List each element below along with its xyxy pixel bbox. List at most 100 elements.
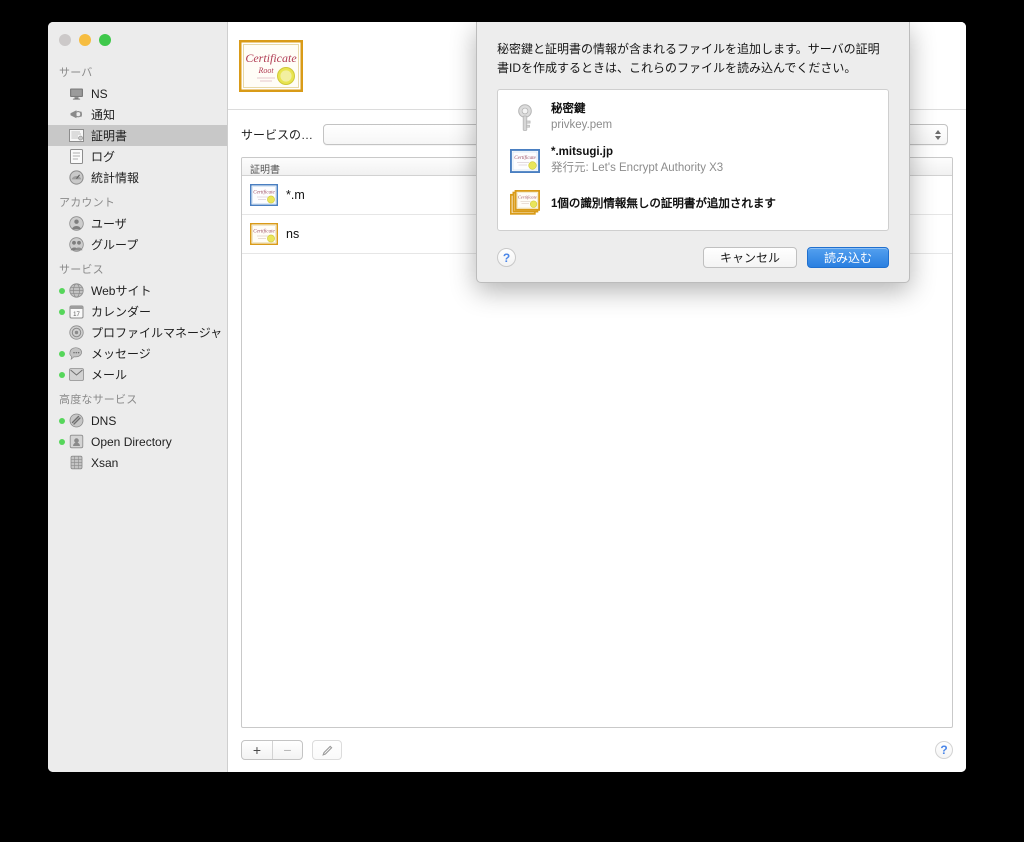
sheet-footer: ? キャンセル 読み込む (497, 247, 889, 269)
file-title: *.mitsugi.jp (551, 146, 613, 159)
svg-text:Certificate: Certificate (253, 191, 275, 196)
cancel-button[interactable]: キャンセル (702, 247, 797, 269)
sidebar-item-groups[interactable]: グループ (48, 234, 227, 255)
sidebar-item-stats[interactable]: 統計情報 (48, 167, 227, 188)
target-icon (68, 324, 85, 341)
window-controls (48, 22, 227, 58)
sidebar-item-label: Webサイト (91, 284, 152, 298)
status-dot (59, 460, 65, 466)
file-title: 秘密鍵 (551, 103, 586, 116)
key-icon (510, 103, 540, 133)
help-button[interactable]: ? (935, 741, 953, 759)
help-button[interactable]: ? (497, 248, 516, 268)
sidebar-item-label: メール (91, 368, 128, 382)
sidebar-item-calendar[interactable]: 17 カレンダー (48, 301, 227, 322)
file-title: 1個の識別情報無しの証明書が追加されます (551, 198, 776, 211)
import-certificate-sheet: 秘密鍵と証明書の情報が含まれるファイルを追加します。サーバの証明書IDを作成する… (476, 22, 910, 284)
service-selector-label: サービスの… (241, 128, 314, 142)
close-button[interactable] (59, 34, 71, 46)
sidebar-item-mail[interactable]: メール (48, 364, 227, 385)
status-dot (59, 417, 65, 424)
svg-text:Certificate: Certificate (514, 156, 536, 161)
pencil-icon (321, 745, 332, 756)
file-text: 秘密鍵 privkey.pem (551, 102, 612, 133)
directory-icon (68, 433, 85, 450)
import-button[interactable]: 読み込む (806, 247, 889, 269)
chevron-updown-icon (933, 128, 942, 142)
svg-text:Certificate: Certificate (245, 51, 297, 65)
server-app-window: サーバ NS 通知 証明書 ログ 統計情報 アカウント ユーザ グループ サービ… (48, 22, 966, 772)
group-icon (68, 236, 85, 253)
megaphone-icon (68, 106, 85, 123)
sidebar-group-title-services: サービス (59, 264, 104, 276)
dns-icon (68, 412, 85, 429)
edit-certificate-button[interactable] (312, 740, 342, 760)
sidebar-item-certificates[interactable]: 証明書 (48, 125, 227, 146)
status-dot (59, 308, 65, 315)
sidebar-item-label: 通知 (91, 108, 116, 122)
certificate-name: ns (286, 227, 300, 241)
file-text: 1個の識別情報無しの証明書が追加されます (551, 195, 776, 211)
sidebar-item-label: 証明書 (91, 129, 128, 143)
certificate-gold-icon: Certificate (249, 223, 279, 245)
certificate-icon: Certificate Root (238, 39, 304, 92)
sidebar-item-logs[interactable]: ログ (48, 146, 227, 167)
gauge-icon (68, 169, 85, 186)
certificate-blue-icon: Certificate (249, 184, 279, 206)
maximize-button[interactable] (99, 34, 111, 46)
sheet-action-buttons: キャンセル 読み込む (702, 247, 889, 269)
sidebar-item-open-directory[interactable]: Open Directory (48, 431, 227, 452)
document-icon (68, 148, 85, 165)
sidebar: サーバ NS 通知 証明書 ログ 統計情報 アカウント ユーザ グループ サービ… (48, 22, 228, 772)
status-dot (59, 287, 65, 294)
sidebar-group-title-server: サーバ (59, 67, 93, 79)
remove-certificate-button[interactable]: − (272, 741, 302, 759)
sidebar-item-users[interactable]: ユーザ (48, 213, 227, 234)
file-subtitle: 発行元: Let's Encrypt Authority X3 (551, 161, 724, 174)
sidebar-item-label: プロファイルマネージャ (91, 326, 223, 340)
certificate-blue-icon: Certificate (510, 146, 540, 176)
table-toolbar: + − ? (228, 728, 966, 772)
add-certificate-button[interactable]: + (242, 741, 272, 759)
sidebar-item-dns[interactable]: DNS (48, 410, 227, 431)
chat-icon (68, 345, 85, 362)
add-remove-segmented-control: + − (241, 740, 303, 760)
sidebar-group-title-advanced: 高度なサービス (59, 394, 138, 406)
sidebar-item-ns[interactable]: NS (48, 83, 227, 104)
certificate-name: *.m (286, 188, 305, 202)
sidebar-item-messages[interactable]: メッセージ (48, 343, 227, 364)
list-item[interactable]: Certificate 1個の識別情報無しの証明書が追加されます (498, 182, 888, 224)
globe-icon (68, 282, 85, 299)
sidebar-item-label: 統計情報 (91, 171, 140, 185)
certificate-stack-icon: Certificate (510, 188, 540, 218)
file-text: *.mitsugi.jp 発行元: Let's Encrypt Authorit… (551, 145, 723, 176)
sidebar-item-label: グループ (91, 238, 139, 252)
svg-text:Root: Root (257, 66, 274, 75)
sheet-message: 秘密鍵と証明書の情報が含まれるファイルを追加します。サーバの証明書IDを作成する… (497, 42, 880, 75)
svg-text:17: 17 (73, 312, 80, 318)
sidebar-item-label: メッセージ (91, 347, 151, 361)
display-icon (68, 85, 85, 102)
file-subtitle: privkey.pem (551, 118, 613, 131)
status-dot (59, 330, 65, 336)
sidebar-item-label: カレンダー (91, 305, 152, 319)
sidebar-item-label: ユーザ (91, 217, 127, 231)
list-item[interactable]: Certificate *.mitsugi.jp 発行元: Let's Encr… (498, 139, 888, 182)
svg-text:Certificate: Certificate (253, 230, 275, 235)
sidebar-item-website[interactable]: Webサイト (48, 280, 227, 301)
sidebar-item-label: Open Directory (91, 434, 172, 449)
sidebar-item-notifications[interactable]: 通知 (48, 104, 227, 125)
calendar-icon: 17 (68, 303, 85, 320)
sidebar-item-label: Xsan (91, 455, 119, 470)
xsan-icon (68, 454, 85, 471)
sidebar-item-label: ログ (91, 150, 116, 164)
svg-text:Certificate: Certificate (518, 195, 537, 200)
status-dot (59, 350, 65, 357)
minimize-button[interactable] (79, 34, 91, 46)
status-dot (59, 438, 65, 445)
sidebar-item-xsan[interactable]: Xsan (48, 452, 227, 473)
sidebar-item-profile-manager[interactable]: プロファイルマネージャ (48, 322, 227, 343)
list-item[interactable]: 秘密鍵 privkey.pem (498, 96, 888, 139)
sidebar-item-label: NS (91, 86, 108, 101)
user-icon (68, 215, 85, 232)
